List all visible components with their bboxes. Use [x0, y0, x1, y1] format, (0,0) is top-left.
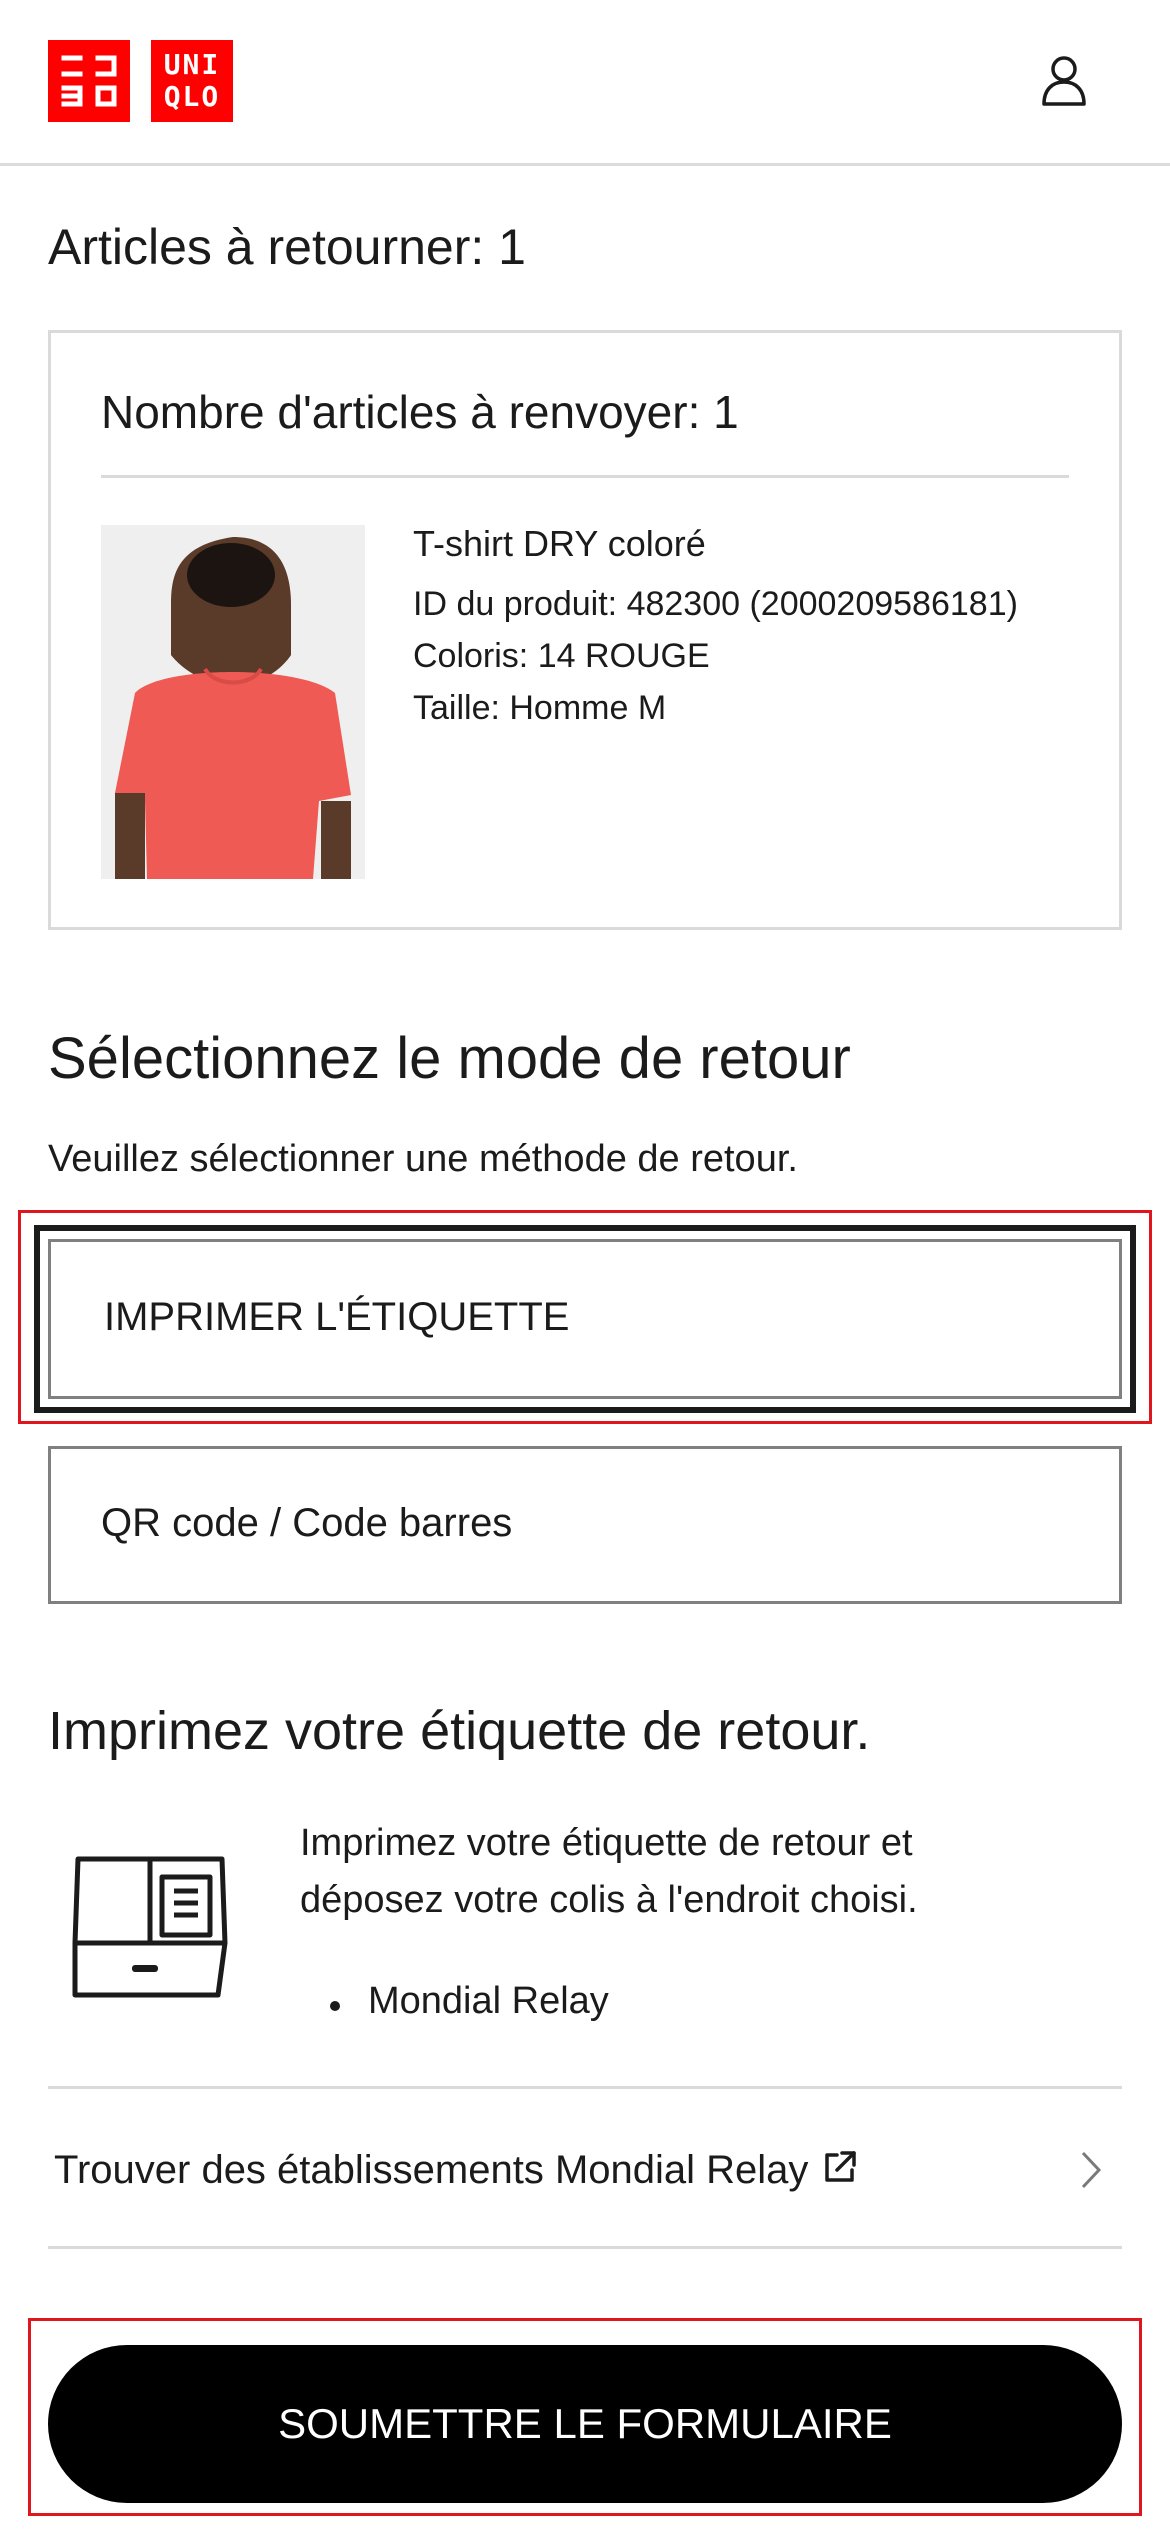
- product-info: T-shirt DRY coloré ID du produit: 482300…: [413, 523, 1018, 741]
- chevron-right-icon: [1081, 2151, 1102, 2189]
- return-mode-heading: Sélectionnez le mode de retour: [48, 1026, 851, 1091]
- print-section-description: Imprimez votre étiquette de retour et dé…: [300, 1822, 918, 1921]
- qr-code-option-label: QR code / Code barres: [101, 1501, 513, 1545]
- product-size: Taille: Homme M: [413, 689, 667, 727]
- product-name: T-shirt DRY coloré: [413, 523, 706, 564]
- return-mode-description: Veuillez sélectionner une méthode de ret…: [48, 1138, 798, 1180]
- articles-heading: Articles à retourner: 1: [48, 219, 526, 275]
- logo-box-katakana: [48, 40, 130, 122]
- uniqlo-logo[interactable]: UNI QLO: [48, 40, 233, 122]
- find-link-label: Trouver des établissements Mondial Relay: [54, 2148, 809, 2192]
- package-box-icon: [72, 1856, 228, 1998]
- divider-top: [48, 2086, 1122, 2089]
- submit-button[interactable]: SOUMETTRE LE FORMULAIRE: [48, 2345, 1122, 2503]
- bullet-dot: [330, 2000, 340, 2011]
- card-title: Nombre d'articles à renvoyer: 1: [101, 386, 739, 438]
- product-image: [101, 525, 365, 879]
- header: UNI QLO: [0, 0, 1170, 166]
- find-link-text: Trouver des établissements Mondial Relay: [54, 2148, 858, 2193]
- carrier-name: Mondial Relay: [368, 1980, 609, 2022]
- find-mondial-relay-link[interactable]: Trouver des établissements Mondial Relay: [48, 2090, 1122, 2248]
- user-icon[interactable]: [1036, 52, 1092, 108]
- logo-text-top: UNI: [163, 48, 221, 81]
- print-label-option[interactable]: IMPRIMER L'ÉTIQUETTE: [34, 1225, 1136, 1413]
- katakana-logo-icon: [61, 55, 117, 107]
- divider-bottom: [48, 2246, 1122, 2249]
- print-section-heading: Imprimez votre étiquette de retour.: [48, 1701, 871, 1761]
- product-card: Nombre d'articles à renvoyer: 1 T-shirt …: [48, 330, 1122, 930]
- qr-code-option[interactable]: QR code / Code barres: [48, 1446, 1122, 1604]
- card-divider: [101, 475, 1069, 478]
- logo-text-bottom: QLO: [163, 80, 221, 113]
- carrier-list-item: Mondial Relay: [330, 1980, 609, 2023]
- external-link-icon: [825, 2151, 857, 2182]
- print-label-option-label: IMPRIMER L'ÉTIQUETTE: [104, 1295, 570, 1339]
- logo-box-latin: UNI QLO: [151, 40, 233, 122]
- product-color: Coloris: 14 ROUGE: [413, 637, 710, 675]
- product-id: ID du produit: 482300 (2000209586181): [413, 585, 1018, 623]
